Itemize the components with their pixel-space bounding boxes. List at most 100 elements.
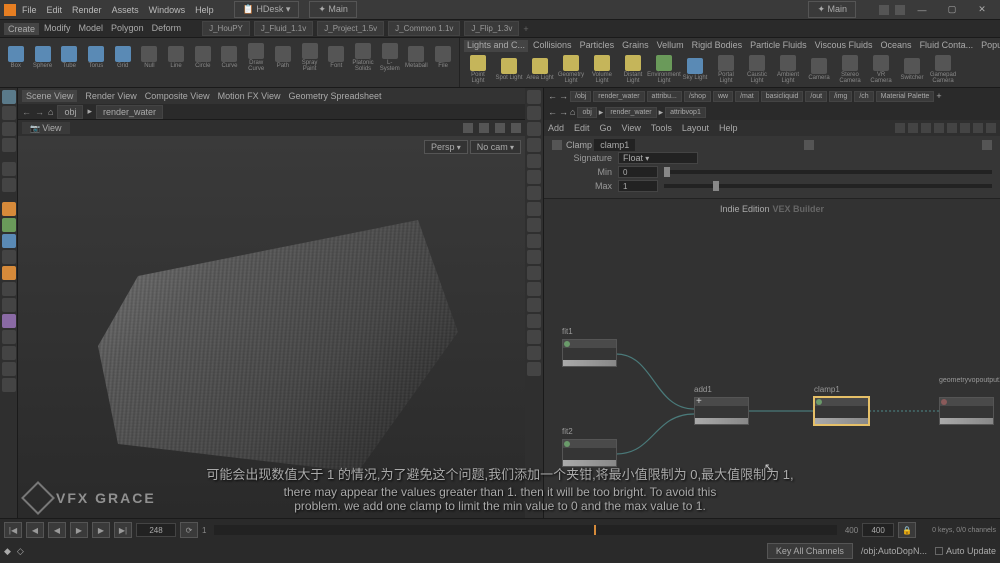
node-fit1[interactable] xyxy=(562,339,617,367)
shelf-tool[interactable]: Switcher xyxy=(898,54,926,84)
add-path-icon[interactable]: + xyxy=(936,91,941,101)
minimize-button[interactable]: — xyxy=(908,3,936,17)
node-tool-icon[interactable] xyxy=(934,123,944,133)
maximize-button[interactable]: ▢ xyxy=(938,3,966,17)
tab-composite-view[interactable]: Composite View xyxy=(145,91,210,101)
shelf-tool[interactable]: Metaball xyxy=(405,42,429,72)
tab-geom-spreadsheet[interactable]: Geometry Spreadsheet xyxy=(288,91,381,101)
node-tool-icon[interactable] xyxy=(960,123,970,133)
display-opt-icon[interactable] xyxy=(527,106,541,120)
keyframe-button[interactable]: ◇ xyxy=(17,546,24,557)
realtime-toggle[interactable]: ⟳ xyxy=(180,522,198,538)
shelf-tool[interactable]: Geometry Light xyxy=(557,54,585,84)
camera-selector[interactable]: No cam ▾ xyxy=(470,140,521,154)
node-geomoutput[interactable] xyxy=(939,397,994,425)
shelf-tab[interactable]: Create xyxy=(4,23,39,35)
shelf-tool[interactable]: Point Light xyxy=(464,54,492,84)
shelf-tool[interactable]: Sphere xyxy=(31,42,55,72)
shelf-tool[interactable]: Curve xyxy=(218,42,242,72)
path-seg[interactable]: render_water xyxy=(593,91,644,102)
back-icon[interactable]: ← xyxy=(548,107,557,117)
shelf-tool[interactable]: Grid xyxy=(111,42,135,72)
select-tool-icon[interactable] xyxy=(2,90,16,104)
display-opt-icon[interactable] xyxy=(527,362,541,376)
autodop-path[interactable]: /obj:AutoDopN... xyxy=(861,543,927,559)
path-seg[interactable]: /out xyxy=(805,91,827,102)
shelf-tool[interactable]: Draw Curve xyxy=(244,42,268,72)
shelf-tool[interactable]: Environment Light xyxy=(650,54,678,84)
shelf-tab[interactable]: Particle Fluids xyxy=(747,40,810,52)
home-icon[interactable]: ⌂ xyxy=(48,107,53,117)
timeline-slider[interactable] xyxy=(214,525,836,535)
node-tool-icon[interactable] xyxy=(895,123,905,133)
display-opt-icon[interactable] xyxy=(527,282,541,296)
display-opt-icon[interactable] xyxy=(527,314,541,328)
desk-selector[interactable]: 📋 HDesk ▾ xyxy=(234,1,300,18)
shelf-tab[interactable]: Populate Con... xyxy=(978,40,1000,52)
close-button[interactable]: ✕ xyxy=(968,3,996,17)
path-seg[interactable]: ww xyxy=(713,91,733,102)
range-end-input[interactable] xyxy=(862,523,894,537)
node-menu-help[interactable]: Help xyxy=(719,123,738,133)
shelf-tab[interactable]: Polygon xyxy=(108,23,147,35)
node-menu-edit[interactable]: Edit xyxy=(574,123,590,133)
shelf-tool[interactable]: Torus xyxy=(84,42,108,72)
tool-icon[interactable] xyxy=(2,346,16,360)
shelf-tool[interactable]: Font xyxy=(324,42,348,72)
keyframe-button[interactable]: ◆ xyxy=(4,546,11,557)
menu-edit[interactable]: Edit xyxy=(47,5,63,15)
shelf-tool[interactable]: Distant Light xyxy=(619,54,647,84)
shelf-tool[interactable]: VR Camera xyxy=(867,54,895,84)
project-tab[interactable]: J_Fluid_1.1v xyxy=(254,21,313,36)
shelf-tab[interactable]: Model xyxy=(76,23,107,35)
shelf-tab[interactable]: Vellum xyxy=(654,40,687,52)
path-seg[interactable]: attribvop1 xyxy=(665,107,706,118)
display-opt-icon[interactable] xyxy=(527,170,541,184)
display-opt-icon[interactable] xyxy=(527,154,541,168)
cloud-icon[interactable] xyxy=(879,5,889,15)
view-tool-icon[interactable] xyxy=(511,123,521,133)
tool-icon[interactable] xyxy=(2,266,16,280)
display-opt-icon[interactable] xyxy=(527,250,541,264)
menu-file[interactable]: File xyxy=(22,5,37,15)
shelf-tool[interactable]: Gamepad Camera xyxy=(929,54,957,84)
node-menu-view[interactable]: View xyxy=(622,123,641,133)
path-seg[interactable]: Material Palette xyxy=(876,91,935,102)
tool-icon[interactable] xyxy=(2,218,16,232)
shelf-tab[interactable]: Collisions xyxy=(530,40,575,52)
tool-icon[interactable] xyxy=(2,378,16,392)
node-menu-tools[interactable]: Tools xyxy=(651,123,672,133)
node-tool-icon[interactable] xyxy=(908,123,918,133)
shelf-tab[interactable]: Lights and C... xyxy=(464,40,528,52)
menu-assets[interactable]: Assets xyxy=(112,5,139,15)
tool-icon[interactable] xyxy=(2,298,16,312)
current-frame-input[interactable] xyxy=(136,523,176,537)
project-tab[interactable]: J_Project_1.5v xyxy=(317,21,384,36)
shelf-tool[interactable]: Null xyxy=(138,42,162,72)
shelf-tool[interactable]: Spray Paint xyxy=(298,42,322,72)
display-opt-icon[interactable] xyxy=(527,266,541,280)
path-seg[interactable]: /mat xyxy=(735,91,759,102)
forward-icon[interactable]: → xyxy=(559,91,568,101)
node-fit2[interactable] xyxy=(562,439,617,467)
menu-render[interactable]: Render xyxy=(72,5,102,15)
display-opt-icon[interactable] xyxy=(527,138,541,152)
view-tool-icon[interactable] xyxy=(463,123,473,133)
shelf-tab[interactable]: Grains xyxy=(619,40,652,52)
shelf-tool[interactable]: Sky Light xyxy=(681,54,709,84)
next-frame-button[interactable]: ▶ xyxy=(92,522,110,538)
tool-icon[interactable] xyxy=(2,202,16,216)
shelf-tab[interactable]: Modify xyxy=(41,23,74,35)
display-opt-icon[interactable] xyxy=(527,298,541,312)
shelf-tool[interactable]: Line xyxy=(164,42,188,72)
display-opt-icon[interactable] xyxy=(527,234,541,248)
project-tab[interactable]: J_HouPY xyxy=(202,21,250,36)
help-icon[interactable] xyxy=(982,140,992,150)
range-lock-icon[interactable]: 🔒 xyxy=(898,522,916,538)
forward-icon[interactable]: → xyxy=(559,107,568,117)
min-slider[interactable] xyxy=(664,170,992,174)
display-opt-icon[interactable] xyxy=(527,330,541,344)
project-tab[interactable]: J_Flip_1.3v xyxy=(464,21,519,36)
shelf-tool[interactable]: Spot Light xyxy=(495,54,523,84)
node-menu-go[interactable]: Go xyxy=(600,123,612,133)
